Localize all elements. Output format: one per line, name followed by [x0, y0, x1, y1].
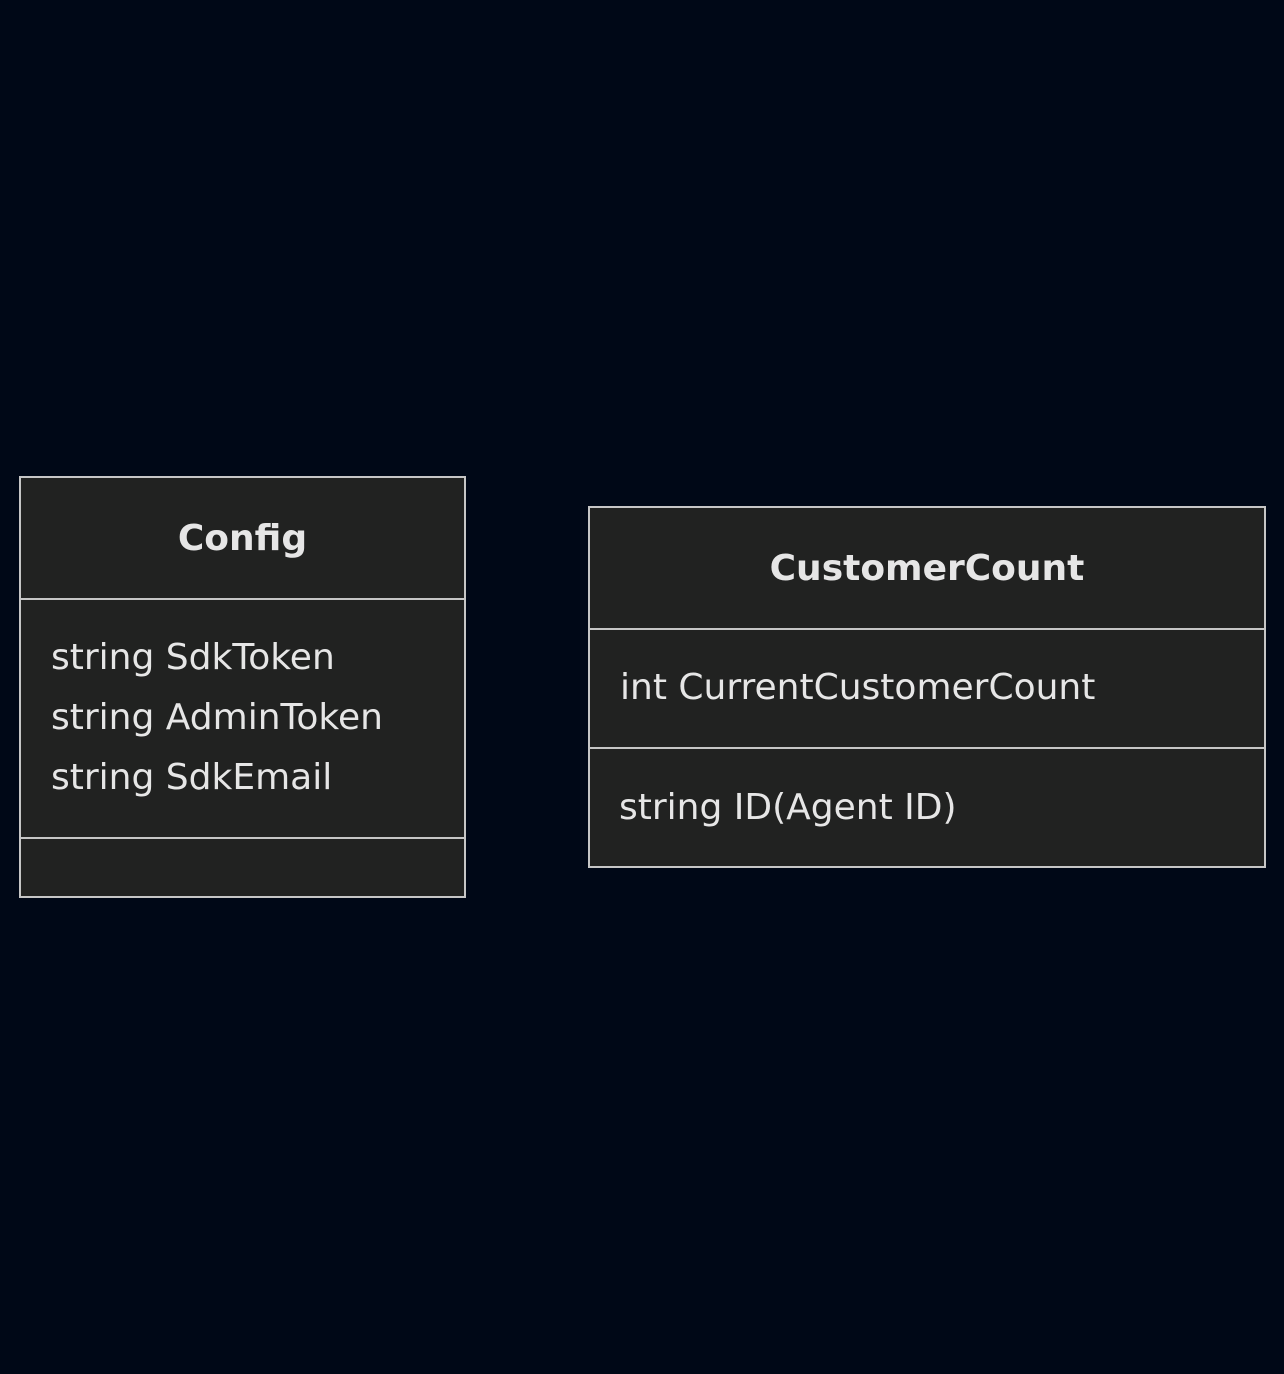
attribute: string AdminToken — [51, 697, 383, 738]
attribute: string SdkEmail — [51, 757, 333, 798]
class-config: Config string SdkToken string AdminToken… — [19, 476, 466, 898]
method: string ID(Agent ID) — [619, 787, 957, 828]
class-customercount: CustomerCount int CurrentCustomerCount s… — [588, 506, 1266, 868]
methods-section — [21, 837, 464, 896]
attributes-section: string SdkToken string AdminToken string… — [21, 598, 464, 837]
class-title: Config — [177, 517, 308, 559]
class-title: CustomerCount — [769, 547, 1085, 589]
attribute: string SdkToken — [51, 637, 335, 678]
methods-section: string ID(Agent ID) — [590, 747, 1264, 866]
attributes-section: int CurrentCustomerCount — [590, 628, 1264, 747]
attribute: int CurrentCustomerCount — [620, 667, 1096, 708]
